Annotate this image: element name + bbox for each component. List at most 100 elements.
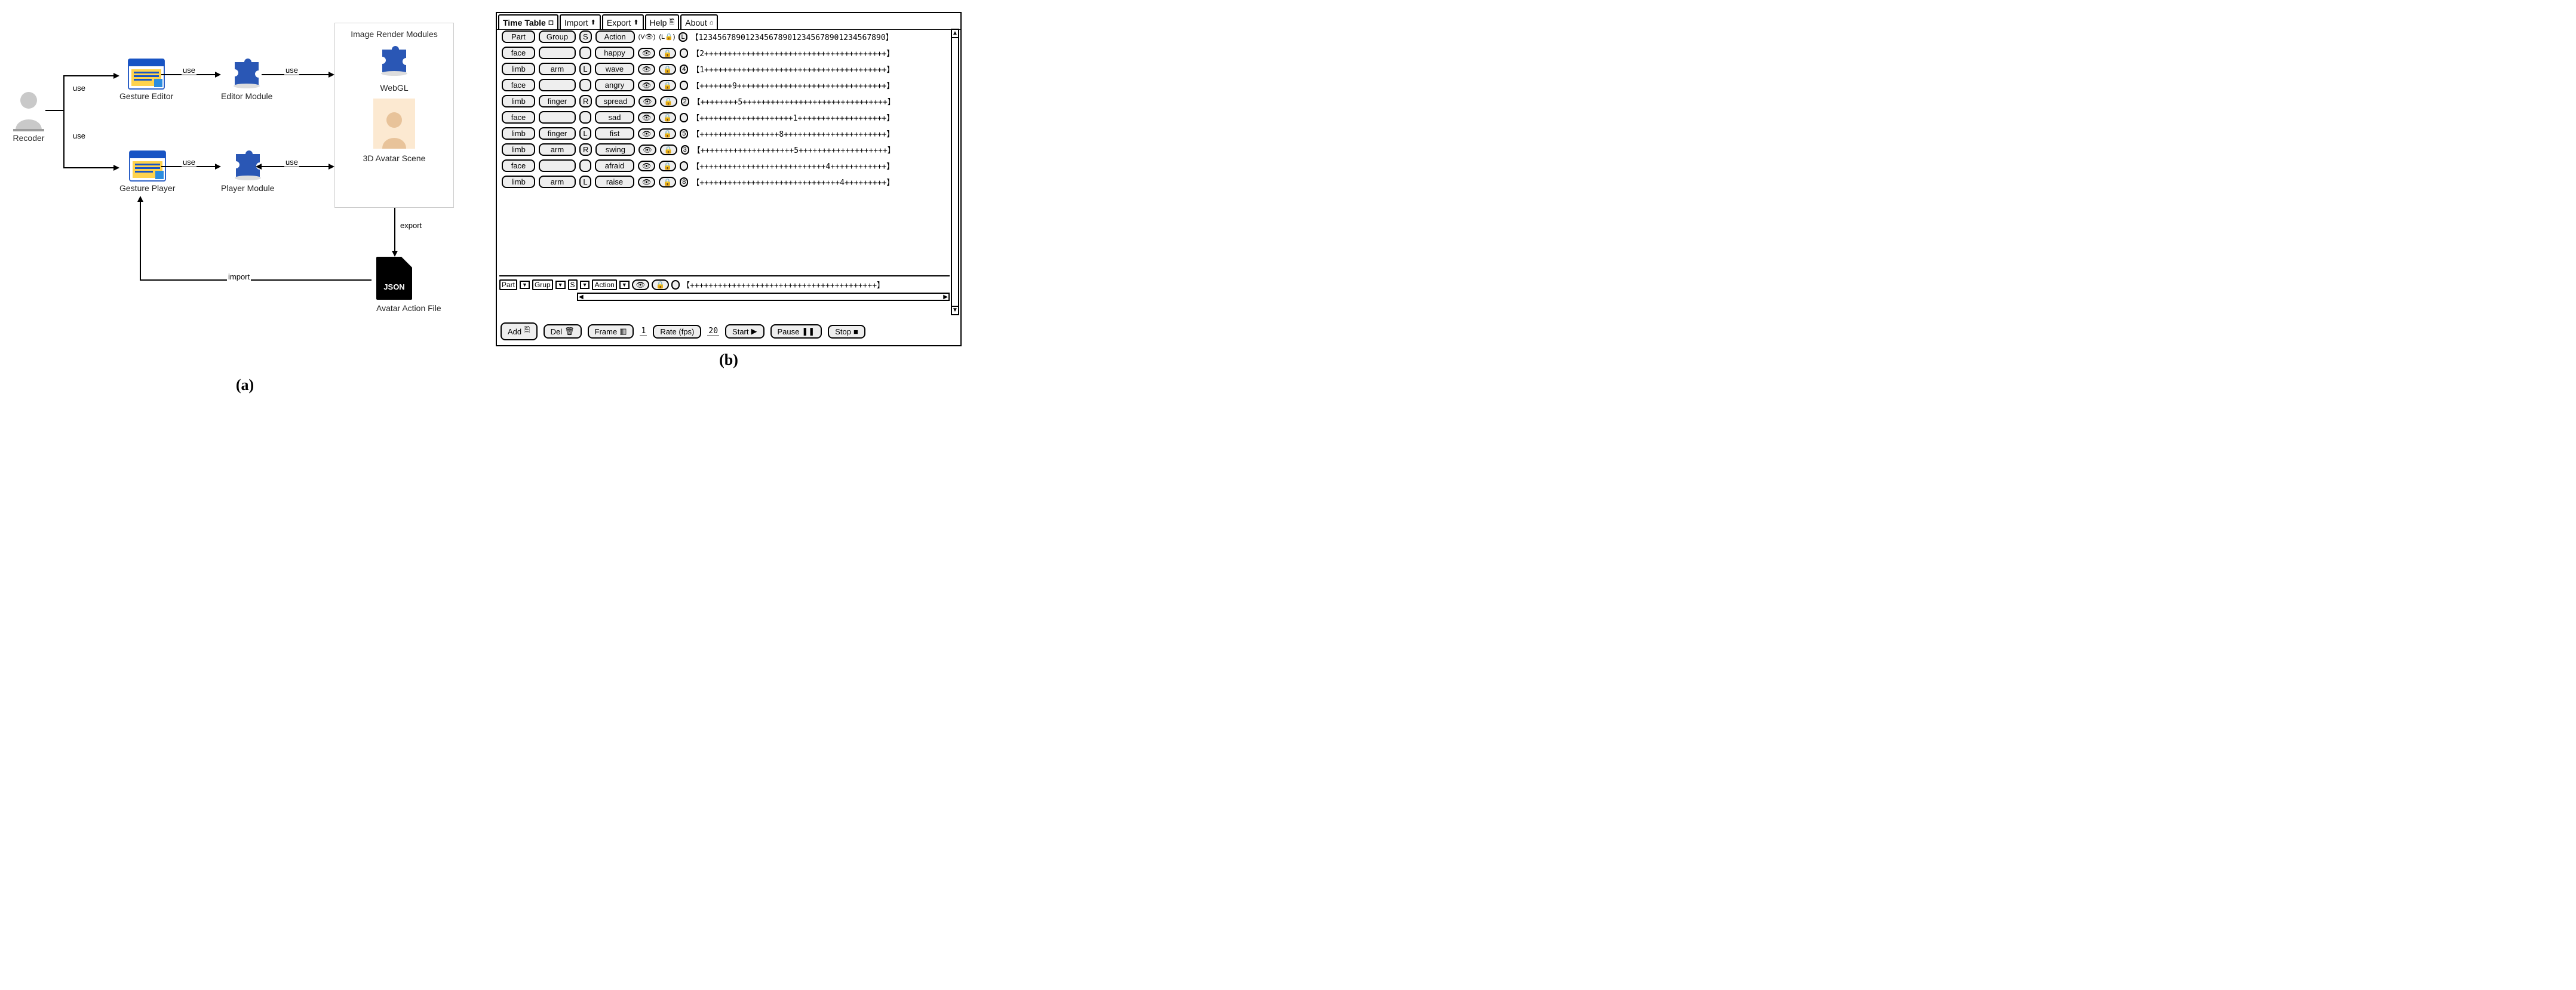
scroll-right-icon[interactable]: ▶	[943, 294, 948, 300]
rate-button[interactable]: Rate (fps)	[653, 325, 701, 339]
timeline-track[interactable]: 【1++++++++++++++++++++++++++++++++++++++…	[692, 63, 894, 75]
action-cell[interactable]: wave	[595, 63, 634, 75]
side-cell[interactable]: L	[579, 127, 591, 140]
tab-import[interactable]: Import ⬆	[560, 14, 601, 29]
dropdown-arrow-icon[interactable]: ▼	[580, 281, 590, 289]
side-cell[interactable]	[579, 79, 591, 91]
header-layer[interactable]: L	[678, 32, 687, 42]
dropdown-arrow-icon[interactable]: ▼	[555, 281, 566, 289]
group-cell[interactable]: finger	[539, 127, 576, 140]
tab-time-table[interactable]: Time Table ◻	[498, 14, 558, 29]
new-layer-cell[interactable]	[671, 280, 680, 290]
frame-value[interactable]: 1	[640, 327, 647, 336]
timeline-track[interactable]: 【+++++++++++++++++++++++++++4+++++++++++…	[692, 160, 894, 171]
group-cell[interactable]	[539, 79, 576, 91]
header-group[interactable]: Group	[539, 30, 576, 43]
tab-about[interactable]: About ⌂	[680, 14, 718, 29]
action-cell[interactable]: spread	[595, 95, 635, 107]
group-cell[interactable]: finger	[539, 95, 576, 107]
side-cell[interactable]	[579, 47, 591, 59]
timeline-track[interactable]: 【++++++++5++++++++++++++++++++++++++++++…	[693, 96, 895, 107]
dropdown-arrow-icon[interactable]: ▼	[619, 281, 630, 289]
lock-toggle[interactable]: 🔒	[652, 279, 669, 290]
lock-toggle[interactable]: 🔒	[659, 112, 676, 123]
visibility-toggle[interactable]: 👁	[638, 177, 655, 187]
lock-toggle[interactable]: 🔒	[659, 161, 676, 171]
header-action[interactable]: Action	[595, 30, 635, 43]
visibility-toggle[interactable]: 👁	[638, 161, 655, 171]
header-part[interactable]: Part	[502, 30, 535, 43]
lock-toggle[interactable]: 🔒	[659, 128, 676, 139]
add-button[interactable]: Add 🖺	[501, 322, 538, 340]
vertical-scrollbar[interactable]: ▲ ▼	[951, 29, 959, 315]
part-cell[interactable]: limb	[502, 143, 535, 156]
timeline-track[interactable]: 【+++++++++++++++++8+++++++++++++++++++++…	[692, 128, 894, 139]
part-cell[interactable]: face	[502, 79, 535, 91]
action-cell[interactable]: swing	[595, 143, 635, 156]
action-cell[interactable]: raise	[595, 176, 634, 188]
rate-value[interactable]: 20	[707, 327, 719, 336]
visibility-toggle[interactable]: 👁	[638, 128, 655, 139]
layer-cell[interactable]: 4	[680, 64, 688, 74]
lock-toggle[interactable]: 🔒	[660, 144, 677, 155]
group-cell[interactable]	[539, 47, 576, 59]
action-cell[interactable]: fist	[595, 127, 634, 140]
tab-help[interactable]: Help 🖺	[645, 14, 680, 29]
group-cell[interactable]: arm	[539, 176, 576, 188]
dropdown-arrow-icon[interactable]: ▼	[520, 281, 530, 289]
visibility-toggle[interactable]: 👁	[638, 80, 655, 91]
lock-toggle[interactable]: 🔒	[659, 177, 676, 187]
layer-cell[interactable]: 8	[680, 177, 688, 187]
del-button[interactable]: Del 🗑	[544, 324, 582, 339]
layer-cell[interactable]	[680, 48, 688, 58]
new-part-dropdown[interactable]: Part	[499, 279, 517, 290]
group-cell[interactable]: arm	[539, 143, 576, 156]
part-cell[interactable]: face	[502, 47, 535, 59]
group-cell[interactable]	[539, 159, 576, 172]
timeline-track[interactable]: 【+++++++9+++++++++++++++++++++++++++++++…	[692, 79, 894, 91]
lock-toggle[interactable]: 🔒	[660, 96, 677, 107]
layer-cell[interactable]	[680, 81, 688, 90]
part-cell[interactable]: limb	[502, 63, 535, 75]
visibility-toggle[interactable]: 👁	[638, 144, 656, 155]
side-cell[interactable]: L	[579, 176, 591, 188]
horizontal-scrollbar[interactable]: ◀ ▶	[577, 293, 950, 301]
scroll-left-icon[interactable]: ◀	[579, 294, 584, 300]
timeline-track[interactable]: 【2++++++++++++++++++++++++++++++++++++++…	[692, 47, 894, 59]
part-cell[interactable]: face	[502, 159, 535, 172]
group-cell[interactable]	[539, 111, 576, 124]
timeline-track[interactable]: 【++++++++++++++++++++1++++++++++++++++++…	[692, 112, 894, 123]
new-group-dropdown[interactable]: Grup	[532, 279, 553, 290]
group-cell[interactable]: arm	[539, 63, 576, 75]
visibility-toggle[interactable]: 👁	[638, 112, 655, 123]
part-cell[interactable]: face	[502, 111, 535, 124]
layer-cell[interactable]: 5	[680, 129, 688, 139]
new-row-timeline[interactable]: 【+++++++++++++++++++++++++++++++++++++++…	[682, 279, 885, 290]
part-cell[interactable]: limb	[502, 95, 535, 107]
side-cell[interactable]: L	[579, 63, 591, 75]
header-side[interactable]: S	[579, 30, 592, 43]
action-cell[interactable]: afraid	[595, 159, 634, 172]
layer-cell[interactable]: 3	[681, 145, 689, 155]
side-cell[interactable]	[579, 111, 591, 124]
lock-toggle[interactable]: 🔒	[659, 64, 676, 75]
part-cell[interactable]: limb	[502, 127, 535, 140]
stop-button[interactable]: Stop■	[828, 325, 865, 339]
layer-cell[interactable]	[680, 161, 688, 171]
side-cell[interactable]	[579, 159, 591, 172]
visibility-toggle[interactable]: 👁	[632, 279, 649, 290]
side-cell[interactable]: R	[579, 95, 592, 107]
tab-export[interactable]: Export ⬆	[602, 14, 644, 29]
scroll-down-icon[interactable]: ▼	[952, 306, 958, 314]
scroll-up-icon[interactable]: ▲	[952, 30, 958, 38]
start-button[interactable]: Start▶	[725, 324, 764, 339]
side-cell[interactable]: R	[579, 143, 592, 156]
part-cell[interactable]: limb	[502, 176, 535, 188]
frame-button[interactable]: Frame ▥	[588, 324, 634, 339]
timeline-track[interactable]: 【++++++++++++++++++++++++++++++4++++++++…	[692, 176, 894, 187]
lock-toggle[interactable]: 🔒	[659, 80, 676, 91]
visibility-toggle[interactable]: 👁	[638, 48, 655, 59]
new-side-dropdown[interactable]: S	[568, 279, 578, 290]
visibility-toggle[interactable]: 👁	[638, 96, 656, 107]
timeline-track[interactable]: 【++++++++++++++++++++5++++++++++++++++++…	[693, 144, 895, 155]
